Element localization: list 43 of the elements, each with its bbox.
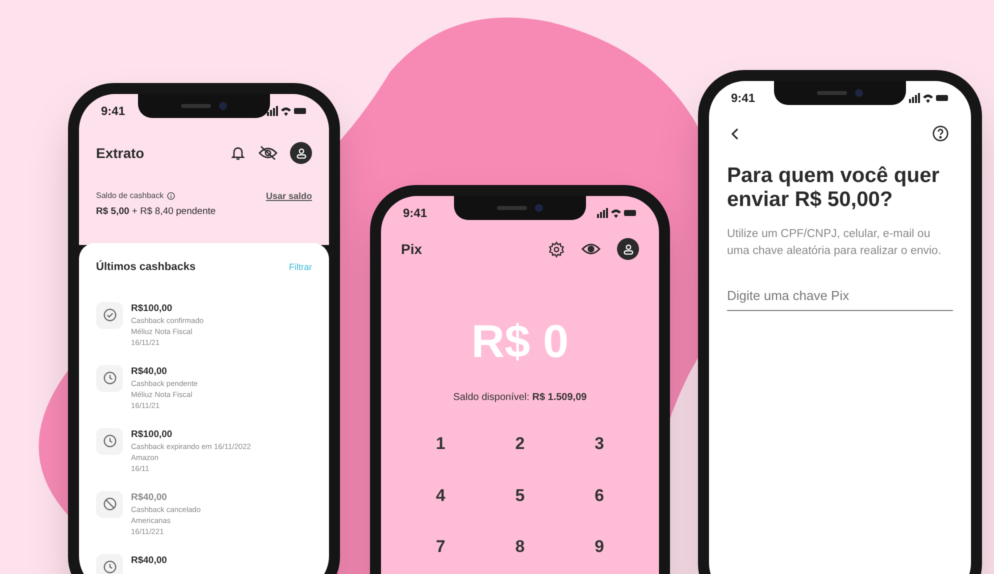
balance-value: R$ 5,00 + R$ 8,40 pendente [96,205,216,219]
cashback-amount: R$40,00 [131,554,167,567]
balance-label: Saldo de cashback [96,190,164,202]
ban-icon [96,490,123,518]
profile-avatar-icon[interactable] [290,142,312,164]
keypad-key[interactable]: 5 [480,482,560,508]
keypad-key[interactable]: 8 [480,534,560,560]
keypad-key[interactable]: 9 [560,534,639,560]
screen-title: Pix [401,240,422,258]
use-balance-link[interactable]: Usar saldo [266,190,312,204]
clock-icon [96,364,123,392]
status-icons [597,208,637,218]
status-time: 9:41 [731,90,756,107]
cashback-amount: R$100,00 [131,428,174,441]
cashback-amount: R$100,00 [131,302,174,315]
cashback-amount: R$40,00 [131,364,168,378]
status-time: 9:41 [403,205,428,222]
cashback-amount: R$40,00 [131,490,168,504]
pix-amount: R$ 0 [471,318,569,364]
keypad-key[interactable]: 6 [560,482,639,508]
keypad-key[interactable]: 7 [401,534,480,560]
eye-off-icon[interactable] [258,145,278,161]
help-icon[interactable] [932,125,949,142]
eye-icon[interactable] [581,242,601,256]
status-time: 9:41 [101,103,126,120]
bell-icon[interactable] [230,145,246,161]
keypad-key[interactable]: 3 [560,431,639,456]
status-icons [267,106,307,116]
settings-icon[interactable] [548,240,565,258]
keypad-key[interactable]: 2 [480,431,560,456]
profile-avatar-icon[interactable] [617,238,639,260]
pix-key-field[interactable]: Digite uma chave Pix [727,286,953,310]
screen-title: Extrato [96,144,144,162]
list-title: Últimos cashbacks [96,259,196,276]
available-balance: Saldo disponível: R$ 1.509,09 [453,391,587,405]
send-title: Para quem você quer enviar R$ 50,00? [726,163,940,212]
status-icons [909,93,949,103]
keypad-key[interactable]: 4 [401,482,480,508]
clock-icon [96,428,123,455]
info-icon[interactable] [166,192,175,200]
send-description: Utilize um CPF/CNPJ, celular, e-mail ou uma chave aleatória para realizar o envio. [726,227,942,259]
back-icon[interactable] [731,128,739,140]
keypad-key[interactable]: 1 [401,431,480,456]
